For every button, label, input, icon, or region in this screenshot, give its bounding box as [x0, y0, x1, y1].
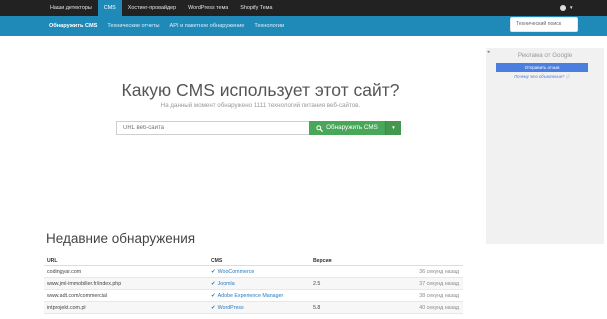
check-icon: ✔ [211, 293, 216, 299]
row-cms-link[interactable]: ✔ Joomla [211, 278, 235, 290]
topnav-item-hosting[interactable]: Хостинг-провайдер [122, 0, 182, 16]
column-header-url: URL [47, 258, 58, 264]
row-time: 40 секунд назад [419, 305, 459, 311]
column-header-version: Версия [313, 258, 332, 264]
table-row: www.jml-immobilier.fr/index.php ✔ Joomla … [44, 278, 463, 290]
topnav-item-shopify-theme[interactable]: Shopify Тема [234, 0, 278, 16]
subnav-item-api[interactable]: API и пакетное обнаружение [165, 16, 250, 36]
detect-options-dropdown[interactable]: ▼ [385, 121, 401, 135]
row-cms-name: WordPress [217, 305, 244, 311]
detect-cms-button[interactable]: Обнаружить CMS [309, 121, 385, 135]
row-url: intprojekt.com.pl [47, 305, 86, 311]
row-cms-link[interactable]: ✔ WooCommerce [211, 266, 254, 278]
row-url: www.jml-immobilier.fr/index.php [47, 281, 122, 287]
user-menu[interactable]: ▼ [560, 3, 573, 13]
table-row: www.adt.com/commercial ✔ Adobe Experience… [44, 290, 463, 302]
user-icon [560, 5, 566, 11]
send-feedback-button[interactable]: Отправить отзыв [496, 63, 588, 72]
top-navbar: Наши детекторы CMS Хостинг-провайдер Wor… [0, 0, 607, 16]
subnav-item-tech-reports[interactable]: Технические отчеты [102, 16, 164, 36]
search-icon [316, 124, 323, 132]
row-url: codingyar.com [47, 269, 82, 275]
recent-detections-table: URL CMS Версия codingyar.com ✔ WooCommerc… [44, 256, 463, 314]
top-nav: Наши детекторы CMS Хостинг-провайдер Wor… [44, 0, 278, 16]
topnav-item-cms[interactable]: CMS [97, 0, 122, 16]
detect-cms-label: Обнаружить CMS [326, 124, 378, 131]
topnav-item-detectors[interactable]: Наши детекторы [44, 0, 98, 16]
subnav-item-technologies[interactable]: Технологии [249, 16, 289, 36]
sub-navbar: Обнаружить CMS Технические отчеты API и … [0, 16, 607, 36]
check-icon: ✔ [211, 269, 216, 275]
row-cms-name: WooCommerce [217, 269, 255, 275]
row-cms-name: Adobe Experience Manager [217, 293, 284, 299]
recent-detections-title: Недавние обнаружения [46, 231, 196, 246]
url-search-form: Обнаружить CMS ▼ [116, 121, 401, 135]
table-header: URL CMS Версия [44, 256, 463, 266]
page-title: Какую CMS использует этот сайт? [121, 80, 400, 100]
caret-down-icon: ▼ [391, 125, 396, 130]
subnav-item-detect-cms[interactable]: Обнаружить CMS [44, 16, 102, 36]
check-icon: ✔ [211, 305, 216, 311]
table-row: intprojekt.com.pl ✔ WordPress 5.8 40 секу… [44, 302, 463, 314]
row-cms-link[interactable]: ✔ WordPress [211, 302, 244, 314]
row-time: 37 секунд назад [419, 281, 459, 287]
row-url: www.adt.com/commercial [47, 293, 108, 299]
column-header-cms: CMS [211, 258, 223, 264]
tech-search-input[interactable]: Технический поиск [510, 17, 578, 32]
row-version: 2.5 [313, 281, 321, 287]
row-time: 36 секунд назад [419, 269, 459, 275]
why-this-ad-link[interactable]: Почему это объявление? ⓘ [496, 74, 588, 80]
row-version: 5.8 [313, 305, 321, 311]
topnav-item-wordpress-theme[interactable]: WordPress тема [182, 0, 234, 16]
caret-down-icon: ▼ [569, 5, 574, 10]
ad-label: Реклама от Google [517, 52, 573, 59]
sub-nav: Обнаружить CMS Технические отчеты API и … [44, 16, 289, 36]
page-subtitle: На данный момент обнаружено 1111 техноло… [160, 102, 361, 109]
url-input[interactable] [116, 121, 309, 135]
check-icon: ✔ [211, 281, 216, 287]
row-cms-link[interactable]: ✔ Adobe Experience Manager [211, 290, 283, 302]
row-cms-name: Joomla [217, 281, 235, 287]
row-time: 38 секунд назад [419, 293, 459, 299]
table-row: codingyar.com ✔ WooCommerce 36 секунд наз… [44, 266, 463, 278]
